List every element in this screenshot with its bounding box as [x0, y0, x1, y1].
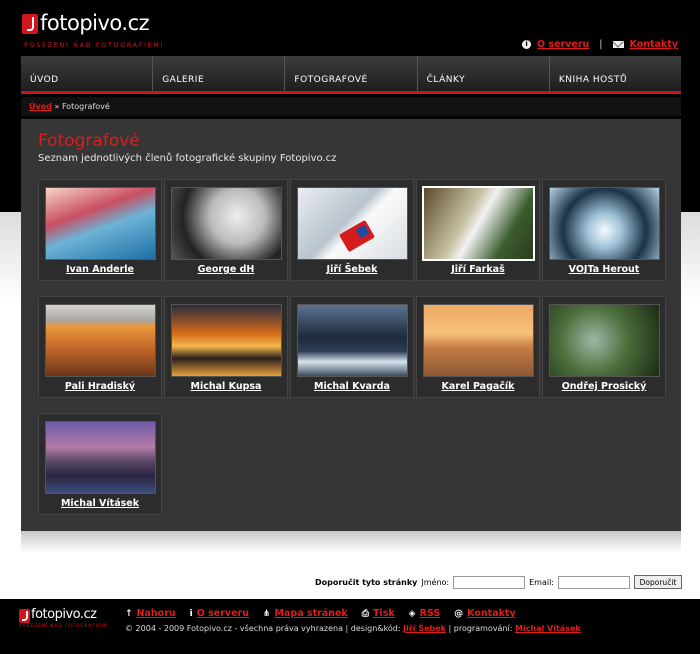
photographer-card[interactable]: Michal Vításek [38, 413, 162, 515]
beer-logo-icon [22, 14, 38, 34]
email-label: Email: [529, 577, 554, 587]
breadcrumb-home-link[interactable]: Úvod [29, 102, 52, 111]
photographer-photo[interactable] [297, 187, 408, 260]
recommend-label: Doporučit tyto stránky [314, 577, 418, 587]
page-title: Fotografové [38, 131, 140, 151]
photographer-photo[interactable] [45, 187, 156, 260]
photographer-card[interactable]: VOJTa Herout [542, 179, 666, 281]
photographer-card[interactable]: Jiří Šebek [290, 179, 414, 281]
breadcrumb: Úvod » Fotografové [21, 97, 681, 116]
nav-uvod[interactable]: ÚVOD [21, 56, 152, 91]
nav-clanky[interactable]: ČLÁNKY [416, 56, 549, 91]
photographer-photo[interactable] [423, 304, 534, 377]
email-field[interactable] [558, 575, 630, 589]
photographer-card[interactable]: Ivan Anderle [38, 179, 162, 281]
footer-link-top[interactable]: Nahoru [137, 608, 176, 619]
photographer-photo[interactable] [171, 187, 282, 260]
copyright: © 2004 - 2009 Fotopivo.cz - všechna práv… [125, 624, 581, 633]
rss-icon: ◈ [408, 609, 416, 619]
photographer-name-link[interactable]: Ivan Anderle [39, 264, 161, 275]
footer-links: ↑ Nahoru i O serveru ⋔ Mapa stránek ⎙ Tisk ◈… [125, 608, 516, 619]
photographer-card[interactable]: Pali Hradiský [38, 296, 162, 398]
about-link[interactable]: O serveru [537, 39, 589, 50]
copyright-text: © 2004 - 2009 Fotopivo.cz - všechna práv… [125, 624, 401, 633]
contacts-link[interactable]: Kontakty [630, 39, 679, 50]
info-icon: i [189, 609, 193, 619]
logo-tagline: POSEZENÍ NAD FOTOGRAFIEMI [24, 41, 165, 49]
info-icon: i [522, 40, 532, 49]
breadcrumb-current: Fotografové [61, 102, 110, 111]
photographer-name-link[interactable]: Jiří Farkaš [417, 264, 539, 275]
photographer-name-link[interactable]: Michal Vításek [39, 498, 161, 509]
content-shadow [21, 531, 681, 553]
photographer-photo[interactable] [45, 304, 156, 377]
top-links: i O serveru | Kontakty [522, 39, 678, 50]
recommend-button[interactable]: Doporučit [634, 575, 682, 589]
main-content: Fotografové Seznam jednotlivých členů fo… [21, 119, 681, 531]
nav-galerie[interactable]: GALERIE [152, 56, 284, 91]
main-nav: ÚVOD GALERIE FOTOGRAFOVÉ ČLÁNKY KNIHA HO… [21, 56, 681, 94]
breadcrumb-separator: » [54, 102, 60, 111]
photographer-name-link[interactable]: VOJTa Herout [543, 264, 665, 275]
photographer-name-link[interactable]: Pali Hradiský [39, 381, 161, 392]
page-subtitle: Seznam jednotlivých členů fotografické s… [38, 153, 337, 164]
footer-link-contacts[interactable]: Kontakty [467, 608, 516, 619]
name-field[interactable] [453, 575, 526, 589]
programming-label: | programování: [448, 624, 513, 633]
photographer-photo[interactable] [549, 304, 660, 377]
photographer-name-link[interactable]: Michal Kvarda [291, 381, 413, 392]
name-label: Jméno: [421, 577, 450, 587]
arrow-up-icon: ↑ [125, 609, 133, 619]
footer-link-rss[interactable]: RSS [420, 608, 441, 619]
site-logo[interactable]: fotopivo.cz POSEZENÍ NAD FOTOGRAFIEMI [22, 11, 172, 52]
recommend-form: Doporučit tyto stránky Jméno: Email: Dop… [315, 575, 682, 589]
contact-icon: @ [454, 609, 464, 619]
photographer-name-link[interactable]: George dH [165, 264, 287, 275]
footer-logo-text: fotopivo.cz [31, 607, 97, 622]
photographer-card[interactable]: Karel Pagačík [416, 296, 540, 398]
photographer-photo[interactable] [45, 421, 156, 494]
photographer-name-link[interactable]: Ondřej Prosický [543, 381, 665, 392]
footer-link-about[interactable]: O serveru [197, 608, 249, 619]
nav-kniha-hostu[interactable]: KNIHA HOSTŮ [548, 56, 681, 91]
footer-logo-tagline: POSEZENÍ NAD FOTOGRAFIEMI [19, 624, 109, 629]
footer-link-sitemap[interactable]: Mapa stránek [275, 608, 348, 619]
logo-text: fotopivo.cz [40, 11, 150, 35]
beer-logo-icon [19, 609, 30, 623]
photographer-card-selected[interactable]: Jiří Farkaš [416, 179, 540, 281]
mail-icon [612, 41, 624, 48]
photographer-card[interactable]: Ondřej Prosický [542, 296, 666, 398]
designer-link[interactable]: Jiří Šebek [403, 624, 446, 633]
photographer-name-link[interactable]: Michal Kupsa [165, 381, 287, 392]
photographer-photo[interactable] [171, 304, 282, 377]
photographer-photo[interactable] [549, 187, 660, 260]
photographer-name-link[interactable]: Karel Pagačík [417, 381, 539, 392]
programmer-link[interactable]: Michal Vításek [515, 624, 581, 633]
print-icon: ⎙ [361, 609, 369, 619]
separator: | [599, 39, 603, 50]
wheelchair-sign-image [339, 219, 375, 253]
footer: fotopivo.cz POSEZENÍ NAD FOTOGRAFIEMI ↑ N… [0, 599, 700, 654]
sitemap-icon: ⋔ [263, 609, 271, 619]
photographer-card[interactable]: Michal Kupsa [164, 296, 288, 398]
nav-fotografove[interactable]: FOTOGRAFOVÉ [284, 56, 416, 91]
footer-link-print[interactable]: Tisk [373, 608, 395, 619]
photographer-card[interactable]: Michal Kvarda [290, 296, 414, 398]
photographer-photo[interactable] [422, 186, 535, 261]
photographer-photo[interactable] [297, 304, 408, 377]
photographer-card[interactable]: George dH [164, 179, 288, 281]
photographer-name-link[interactable]: Jiří Šebek [291, 264, 413, 275]
